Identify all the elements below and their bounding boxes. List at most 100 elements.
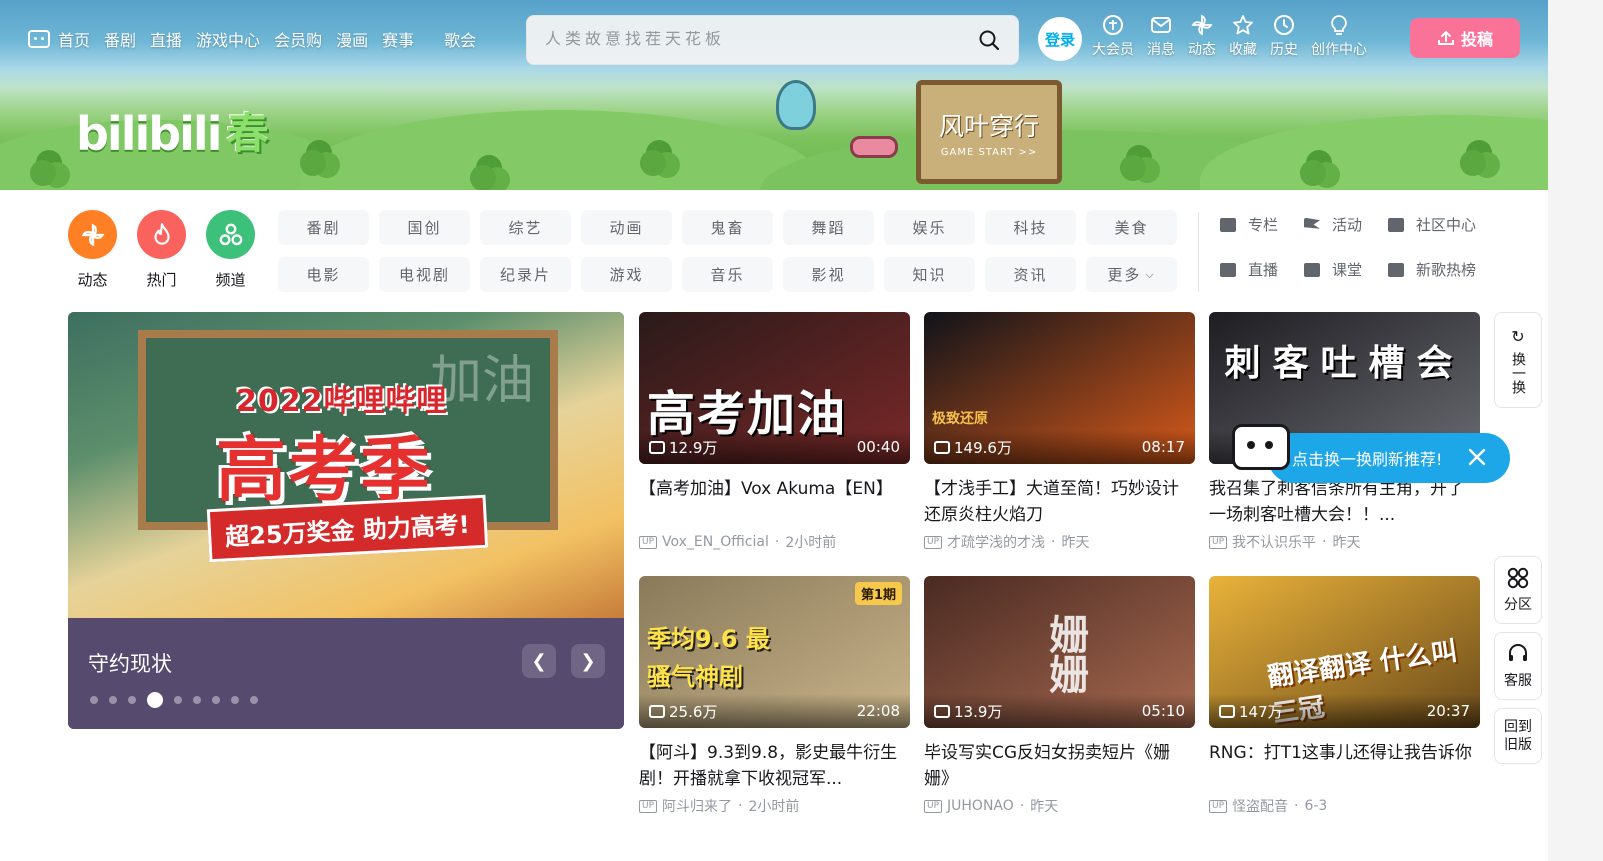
entry-message[interactable]: 消息 <box>1147 14 1175 59</box>
video-author[interactable]: 才疏学浅的才浅 <box>947 532 1045 552</box>
video-card[interactable]: 季均9.6 最骚气神剧 第1期 25.6万 22:08 【阿斗】9.3到9.8，影史最牛… <box>639 576 910 816</box>
carousel-dot[interactable] <box>90 696 98 704</box>
channel-item[interactable]: 娱乐 <box>884 210 975 245</box>
channel-item[interactable]: 游戏 <box>581 257 672 292</box>
carousel-dot[interactable] <box>193 696 201 704</box>
play-icon <box>649 704 665 718</box>
chevron-left-icon: ❮ <box>531 650 547 672</box>
carousel-image[interactable]: 加油 2022哔哩哔哩 高考季 超25万奖金 助力高考! <box>68 312 624 618</box>
carousel-dot[interactable] <box>174 696 182 704</box>
channel-item[interactable]: 国创 <box>379 210 470 245</box>
header-entries: 大会员 消息 动态 收藏 历史 创作中心 <box>1092 14 1380 59</box>
channel-item[interactable]: 鬼畜 <box>682 210 773 245</box>
nav-live[interactable]: 直播 <box>150 27 182 51</box>
channel-item[interactable]: 知识 <box>884 257 975 292</box>
channel-item[interactable]: 舞蹈 <box>783 210 874 245</box>
video-author[interactable]: Vox_EN_Official <box>662 534 769 550</box>
channel-item[interactable]: 动画 <box>581 210 672 245</box>
search-input[interactable] <box>545 31 974 49</box>
nav-game-center[interactable]: 游戏中心 <box>196 27 260 51</box>
link-live[interactable]: 直播 <box>1220 259 1304 280</box>
video-card[interactable]: 翻译翻译 什么叫三冠 147万 20:37 RNG：打T1这事儿还得让我告诉你 UP 怪盗… <box>1209 576 1480 816</box>
refresh-button[interactable]: ↻ 换一换 <box>1494 312 1542 408</box>
carousel-dot[interactable] <box>212 696 220 704</box>
channel-item[interactable]: 电视剧 <box>379 257 470 292</box>
video-title[interactable]: 毕设写实CG反妇女拐卖短片《姗姗》 <box>924 740 1195 792</box>
entry-creator-center[interactable]: 创作中心 <box>1311 14 1367 59</box>
nav-home[interactable]: 首页 <box>28 27 90 51</box>
video-meta: UP JUHONAO · 昨天 <box>924 796 1195 816</box>
entry-vip[interactable]: 大会员 <box>1092 14 1134 59</box>
link-column[interactable]: 专栏 <box>1220 214 1304 235</box>
meta-separator: · <box>1294 798 1299 814</box>
video-author[interactable]: 我不认识乐平 <box>1232 532 1316 552</box>
page-scrollbar[interactable] <box>1548 0 1603 861</box>
nav-anime[interactable]: 番剧 <box>104 27 136 51</box>
carousel-dot[interactable] <box>147 692 163 708</box>
video-thumbnail[interactable]: 姗姗 13.9万 05:10 <box>924 576 1195 728</box>
upload-button[interactable]: 投稿 <box>1410 18 1520 58</box>
channel-item[interactable]: 电影 <box>278 257 369 292</box>
video-card[interactable]: 高考加油 12.9万 00:40 【高考加油】Vox Akuma【EN】 UP Vox_E… <box>639 312 910 552</box>
video-author[interactable]: 怪盗配音 <box>1232 796 1288 816</box>
thumbnail-text: 极致还原 <box>932 411 988 427</box>
quick-channel[interactable]: 频道 <box>206 210 255 290</box>
category-button[interactable]: 分区 <box>1494 556 1542 624</box>
video-title[interactable]: RNG：打T1这事儿还得让我告诉你 <box>1209 740 1480 792</box>
channel-item[interactable]: 科技 <box>985 210 1076 245</box>
video-title[interactable]: 【才浅手工】大道至简！巧妙设计还原炎柱火焰刀 <box>924 476 1195 528</box>
entry-favorites[interactable]: 收藏 <box>1229 14 1257 59</box>
link-community[interactable]: 社区中心 <box>1388 214 1498 235</box>
carousel-dot[interactable] <box>231 696 239 704</box>
carousel-prev-button[interactable]: ❮ <box>522 644 556 678</box>
channel-item[interactable]: 综艺 <box>480 210 571 245</box>
search-button[interactable] <box>974 25 1004 55</box>
channel-more-button[interactable]: 更多 ⌵ <box>1086 257 1177 292</box>
entry-dynamic[interactable]: 动态 <box>1188 14 1216 59</box>
nav-mall[interactable]: 会员购 <box>274 27 322 51</box>
video-title[interactable]: 【高考加油】Vox Akuma【EN】 <box>639 476 910 528</box>
video-thumbnail[interactable]: 高考加油 12.9万 00:40 <box>639 312 910 464</box>
video-author[interactable]: JUHONAO <box>947 798 1014 814</box>
entry-history[interactable]: 历史 <box>1270 14 1298 59</box>
nav-match[interactable]: 赛事 <box>382 27 414 51</box>
bilibili-logo[interactable]: bilibili 春 <box>76 100 268 161</box>
nav-concert[interactable]: 歌会 <box>444 27 476 51</box>
carousel-next-button[interactable]: ❯ <box>571 644 605 678</box>
video-card[interactable]: 极致还原 149.6万 08:17 【才浅手工】大道至简！巧妙设计还原炎柱火焰刀 UP 才… <box>924 312 1195 552</box>
link-activity[interactable]: 活动 <box>1304 214 1388 235</box>
game-sign[interactable]: 风叶穿行 GAME START >> <box>916 80 1062 184</box>
video-author[interactable]: 阿斗归来了 <box>662 796 732 816</box>
channel-item[interactable]: 美食 <box>1086 210 1177 245</box>
wind-icon <box>1191 14 1213 36</box>
carousel-dot[interactable] <box>250 696 258 704</box>
channel-item[interactable]: 纪录片 <box>480 257 571 292</box>
video-thumbnail[interactable]: 季均9.6 最骚气神剧 第1期 25.6万 22:08 <box>639 576 910 728</box>
link-music[interactable]: 新歌热榜 <box>1388 259 1498 280</box>
video-thumbnail[interactable]: 翻译翻译 什么叫三冠 147万 20:37 <box>1209 576 1480 728</box>
channel-item[interactable]: 音乐 <box>682 257 773 292</box>
quick-hot[interactable]: 热门 <box>137 210 186 290</box>
carousel-dot[interactable] <box>128 696 136 704</box>
video-time: 6-3 <box>1304 798 1328 814</box>
bilibili-homepage: bilibili 春 风叶穿行 GAME START >> 首页 番剧 直播 游… <box>0 0 1603 861</box>
customer-service-button[interactable]: 客服 <box>1494 632 1542 700</box>
carousel-caption[interactable]: 守约现状 <box>88 648 172 678</box>
channel-item[interactable]: 番剧 <box>278 210 369 245</box>
video-thumbnail[interactable]: 极致还原 149.6万 08:17 <box>924 312 1195 464</box>
carousel-dot[interactable] <box>109 696 117 704</box>
close-icon[interactable] <box>1466 446 1488 468</box>
link-classroom[interactable]: 课堂 <box>1304 259 1388 280</box>
old-version-button[interactable]: 回到旧版 <box>1494 708 1542 764</box>
nav-manga[interactable]: 漫画 <box>336 27 368 51</box>
video-title[interactable]: 【阿斗】9.3到9.8，影史最牛衍生剧！开播就拿下收视冠军... <box>639 740 910 792</box>
view-count: 25.6万 <box>669 702 718 721</box>
banner-carousel[interactable]: 加油 2022哔哩哔哩 高考季 超25万奖金 助力高考! 守约现状 ❮ ❯ <box>68 312 624 729</box>
video-title[interactable]: 我召集了刺客信条所有主角，开了一场刺客吐槽大会！！... <box>1209 476 1480 528</box>
channel-item[interactable]: 资讯 <box>985 257 1076 292</box>
video-card[interactable]: 姗姗 13.9万 05:10 毕设写实CG反妇女拐卖短片《姗姗》 UP JUHONAO · 昨… <box>924 576 1195 816</box>
login-button[interactable]: 登录 <box>1038 17 1082 61</box>
extra-links: 专栏 活动 社区中心 直播 课堂 新歌热榜 <box>1220 214 1498 280</box>
channel-item[interactable]: 影视 <box>783 257 874 292</box>
quick-dynamic[interactable]: 动态 <box>68 210 117 290</box>
